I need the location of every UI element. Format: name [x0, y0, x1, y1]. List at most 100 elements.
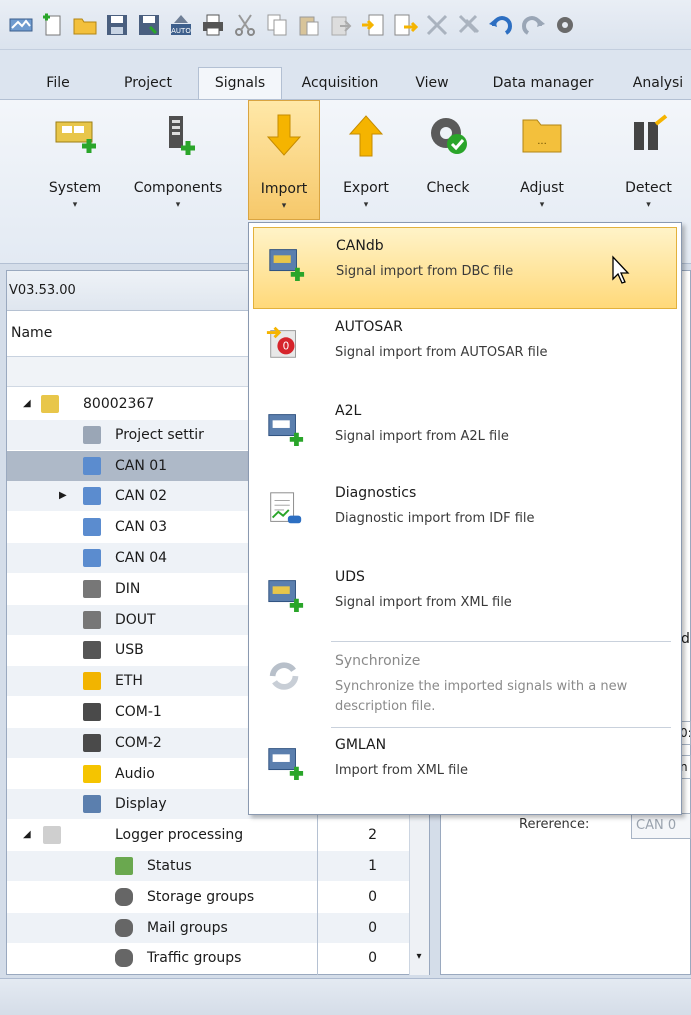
menu-item-title: Synchronize: [335, 653, 421, 669]
settings-icon: [83, 425, 101, 444]
ribbon-tab-bar: File Project Signals Acquisition View Da…: [0, 50, 691, 101]
paste-special-icon[interactable]: [328, 12, 354, 38]
tab-signals[interactable]: Signals: [198, 67, 282, 101]
function-icon: [43, 826, 61, 845]
svg-text:AUTO: AUTO: [171, 27, 191, 35]
collapse-icon[interactable]: ◢: [23, 820, 31, 850]
tree-row-count: 1: [368, 858, 377, 874]
check-button[interactable]: Check: [412, 100, 484, 220]
open-folder-icon[interactable]: [72, 12, 98, 38]
menu-separator: [331, 641, 671, 642]
can-icon: [83, 518, 101, 537]
dout-icon: [83, 610, 101, 629]
import-doc-icon[interactable]: [360, 12, 386, 38]
print-icon[interactable]: [200, 12, 226, 38]
redo-icon[interactable]: [520, 12, 546, 38]
menu-item-a2l[interactable]: A2L Signal import from A2L file: [253, 393, 677, 475]
menu-item-autosar[interactable]: 0 AUTOSAR Signal import from AUTOSAR file: [253, 309, 677, 391]
tree-row[interactable]: Storage groups 0: [7, 882, 429, 912]
tab-file[interactable]: File: [28, 68, 88, 100]
paste-icon[interactable]: [296, 12, 322, 38]
save-as-icon[interactable]: [136, 12, 162, 38]
system-button[interactable]: System ▾: [28, 100, 122, 220]
tree-row-label: CAN 01: [115, 457, 168, 474]
copy-icon[interactable]: [264, 12, 290, 38]
new-icon[interactable]: [40, 12, 66, 38]
reference-field[interactable]: CAN 0: [631, 813, 691, 839]
adjust-button[interactable]: ... Adjust ▾: [496, 100, 588, 220]
tab-data-manager[interactable]: Data manager: [476, 68, 610, 100]
system-icon: [55, 121, 96, 153]
menu-item-gmlan[interactable]: GMLAN Import from XML file: [253, 727, 677, 809]
detect-button[interactable]: Detect ▾: [606, 100, 691, 220]
can-icon: [83, 456, 101, 475]
components-icon: [169, 116, 195, 155]
import-button[interactable]: Import ▾: [248, 100, 320, 220]
dropdown-arrow-icon: ▾: [72, 200, 78, 210]
check-label: Check: [426, 180, 470, 196]
tab-view[interactable]: View: [402, 68, 462, 100]
menu-item-synchronize: Synchronize Synchronize the imported sign…: [253, 643, 677, 725]
cut-icon[interactable]: [232, 12, 258, 38]
tree-row[interactable]: ◢ Logger processing 2: [7, 820, 429, 850]
partial-text: d: [681, 631, 690, 647]
uds-import-icon: [268, 580, 304, 613]
components-label: Components: [133, 180, 223, 196]
tree-row[interactable]: Mail groups 0: [7, 912, 429, 943]
dropdown-arrow-icon: ▾: [281, 201, 287, 211]
check-gear-icon: [431, 118, 467, 154]
export-button[interactable]: Export ▾: [330, 100, 402, 220]
tab-project[interactable]: Project: [108, 68, 188, 100]
menu-item-diagnostics[interactable]: Diagnostics Diagnostic import from IDF fi…: [253, 475, 677, 557]
status-icon: [115, 857, 133, 875]
reference-label: Rererence:: [519, 817, 590, 832]
undo-icon[interactable]: [488, 12, 514, 38]
export-doc-icon[interactable]: [392, 12, 418, 38]
auto-icon[interactable]: AUTO: [168, 12, 194, 38]
database-icon: [115, 949, 133, 968]
dropdown-arrow-icon: ▾: [539, 200, 545, 210]
app-icon[interactable]: [8, 12, 34, 38]
menu-item-title: GMLAN: [335, 737, 387, 753]
expand-icon[interactable]: ▶: [59, 481, 67, 511]
gmlan-import-icon: [268, 748, 304, 781]
tab-acquisition[interactable]: Acquisition: [288, 68, 392, 100]
display-icon: [83, 795, 101, 814]
tree-row[interactable]: Status 1: [7, 851, 429, 881]
tree-row-label: Storage groups: [147, 888, 255, 905]
tree-row-label: CAN 04: [115, 550, 168, 566]
can-icon: [83, 487, 101, 506]
export-label: Export: [343, 180, 389, 196]
delete-all-icon[interactable]: [456, 12, 482, 38]
dropdown-arrow-icon: ▾: [646, 200, 651, 210]
dropdown-arrow-icon: ▾: [363, 200, 369, 210]
usb-icon: [83, 641, 101, 660]
menu-item-description: Import from XML file: [335, 763, 468, 778]
dropdown-arrow-icon: ▾: [175, 200, 181, 210]
save-icon[interactable]: [104, 12, 130, 38]
a2l-import-icon: [268, 414, 304, 447]
serial-icon: [83, 733, 101, 752]
tree-row[interactable]: Traffic groups 0: [7, 943, 429, 973]
dbc-import-icon: [269, 249, 305, 282]
collapse-icon[interactable]: ◢: [23, 389, 31, 419]
settings-gear-icon[interactable]: [552, 12, 578, 38]
tree-row-label: CAN 03: [115, 519, 168, 536]
scroll-down-arrow-icon[interactable]: ▾: [410, 951, 428, 962]
status-bar: [0, 978, 691, 1015]
menu-item-description: Signal import from A2L file: [335, 429, 509, 444]
menu-item-title: A2L: [335, 403, 362, 419]
tree-row-label: CAN 02: [115, 488, 168, 505]
menu-item-title: AUTOSAR: [335, 319, 403, 335]
tab-analysis[interactable]: Analysi: [618, 68, 691, 100]
column-name-header[interactable]: Name: [11, 325, 52, 341]
audio-icon: [83, 764, 101, 783]
components-button[interactable]: Components ▾: [120, 100, 236, 220]
menu-item-uds[interactable]: UDS Signal import from XML file: [253, 559, 677, 641]
adjust-folder-icon: ...: [522, 119, 562, 153]
tree-row-label: USB: [115, 642, 144, 659]
tree-row-label: Audio: [115, 765, 155, 782]
delete-icon[interactable]: [424, 12, 450, 38]
menu-item-description: Diagnostic import from IDF file: [335, 511, 535, 526]
menu-item-description: Signal import from XML file: [335, 595, 512, 610]
